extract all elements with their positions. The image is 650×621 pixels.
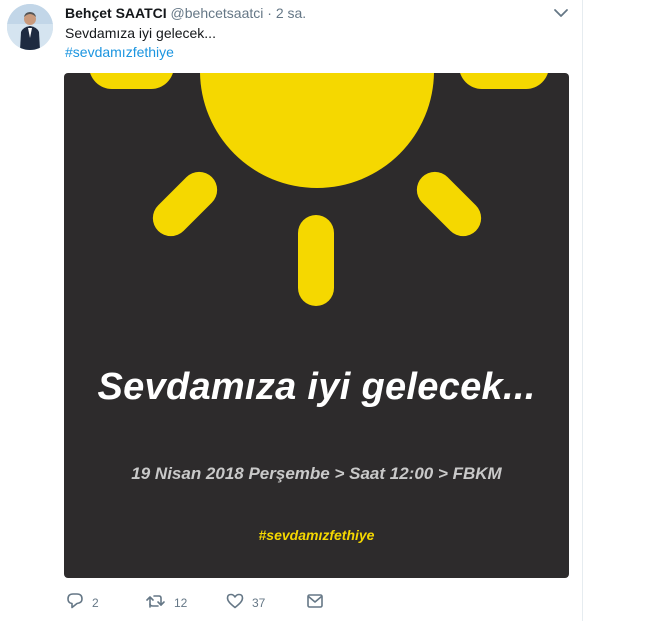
author-name[interactable]: Behçet SAATCI (65, 5, 167, 21)
like-count: 37 (252, 596, 266, 610)
retweet-button[interactable]: 12 (146, 593, 187, 613)
avatar[interactable] (7, 4, 53, 50)
retweet-count: 12 (174, 596, 188, 610)
timeline-border (582, 0, 583, 621)
like-button[interactable]: 37 (226, 593, 265, 613)
tweet-timestamp[interactable]: 2 sa. (276, 5, 306, 21)
header-separator: · (267, 5, 272, 21)
media-hashtag: #sevdamızfethiye (258, 527, 375, 543)
tweet-header: Behçet SAATCI @behcetsaatci · 2 sa. (65, 4, 306, 22)
sun-logo (90, 73, 548, 306)
reply-button[interactable]: 2 (66, 592, 99, 615)
tweet-body: Sevdamıza iyi gelecek... (65, 25, 216, 41)
message-icon (306, 592, 324, 615)
media-slogan: Sevdamıza iyi gelecek... (97, 366, 536, 408)
chevron-down-icon[interactable] (552, 6, 570, 20)
author-handle[interactable]: @behcetsaatci (171, 5, 264, 21)
reply-count: 2 (92, 596, 99, 610)
tweet-hashtag-link[interactable]: #sevdamızfethiye (65, 43, 216, 62)
tweet-text: Sevdamıza iyi gelecek... #sevdamızfethiy… (65, 24, 216, 62)
reply-icon (66, 592, 84, 615)
retweet-icon (146, 592, 166, 615)
media-event-line: 19 Nisan 2018 Perşembe > Saat 12:00 > FB… (131, 464, 502, 483)
like-icon (226, 592, 244, 615)
message-button[interactable] (306, 593, 324, 613)
tweet-media-image[interactable]: Sevdamıza iyi gelecek... 19 Nisan 2018 P… (64, 73, 569, 578)
